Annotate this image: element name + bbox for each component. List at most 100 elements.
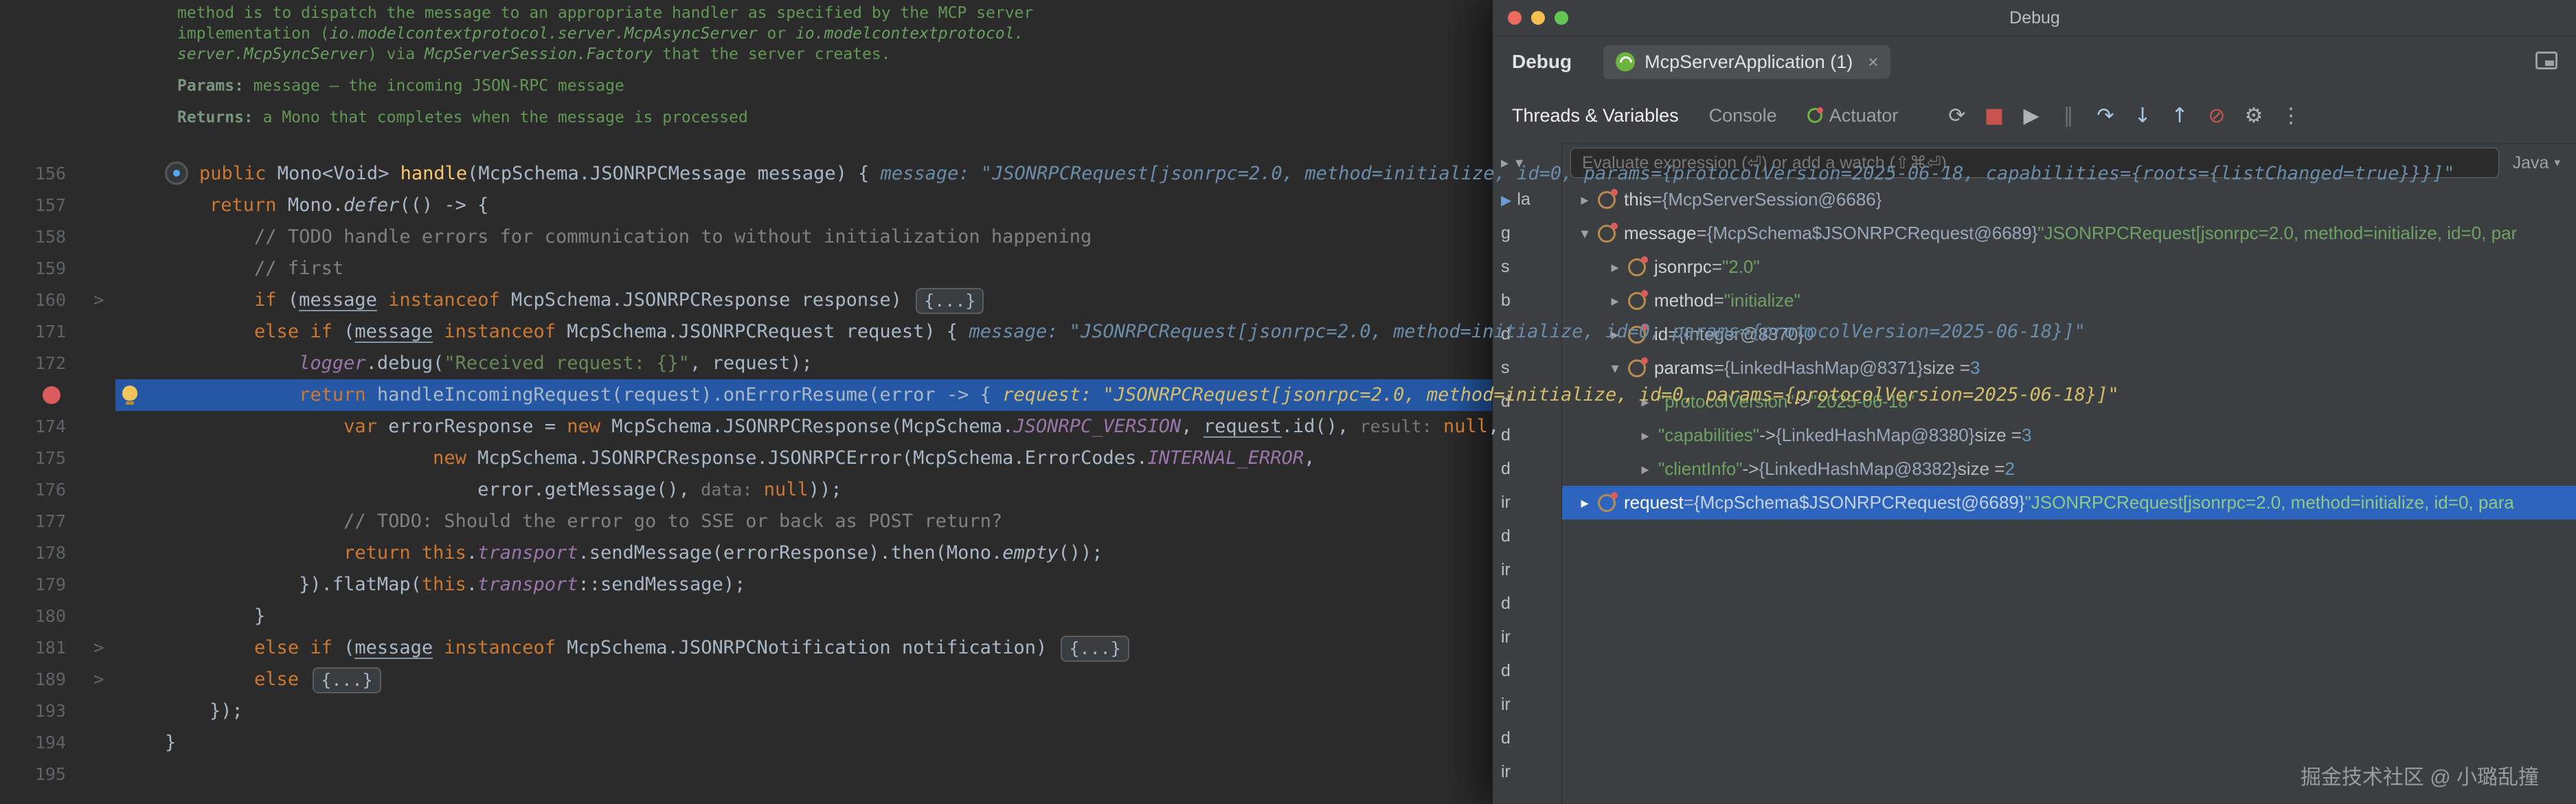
frame-label: ir — [1501, 762, 1511, 781]
code-text: // TODO: Should the error go to SSE or b… — [165, 506, 2576, 537]
watermark: 掘金技术社区 @ 小璐乱撞 — [2301, 760, 2539, 790]
code-text: else if (message instanceof McpSchema.JS… — [165, 632, 2576, 664]
code-text: // TODO handle errors for communication … — [165, 221, 2576, 253]
breakpoint-settings-icon[interactable]: ⚙ — [2243, 104, 2265, 128]
doc-comment-line: server.McpSyncServer) via McpServerSessi… — [177, 44, 1033, 65]
folded-code[interactable]: {...} — [916, 288, 984, 314]
code-text: public Mono<Void> handle(McpSchema.JSONR… — [165, 158, 2576, 190]
code-line-179: 179 }).flatMap(this.transport::sendMessa… — [0, 569, 2576, 601]
doc-comment-line: implementation (io.modelcontextprotocol.… — [177, 23, 1033, 44]
code-line-current: return handleIncomingRequest(request).on… — [0, 379, 2576, 411]
code-line-178: 178 return this.transport.sendMessage(er… — [0, 537, 2576, 569]
resume-icon[interactable]: ▶ — [2020, 104, 2042, 128]
pause-icon[interactable]: ∥ — [2057, 104, 2079, 128]
code-text: return handleIncomingRequest(request).on… — [165, 379, 2576, 411]
run-session-tab[interactable]: McpServerApplication (1) × — [1603, 45, 1890, 79]
code-line-171: 171 else if (message instanceof McpSchem… — [0, 316, 2576, 348]
mute-breakpoints-icon[interactable]: ⊘ — [2206, 104, 2228, 128]
method-doc-toggle-icon[interactable] — [165, 161, 188, 185]
line-number[interactable]: 156 — [0, 158, 66, 190]
run-session-tab-label: McpServerApplication (1) — [1645, 52, 1853, 73]
screen: method is to dispatch the message to an … — [0, 0, 2576, 804]
debugger-toolbar: ⟳ ■ ▶ ∥ ↷ ↓ ↑ ⊘ ⚙ ⋮ — [1946, 87, 2302, 144]
code-line-158: 158 // TODO handle errors for communicat… — [0, 221, 2576, 253]
tab-console[interactable]: Console — [1709, 105, 1777, 126]
step-out-icon[interactable]: ↑ — [2169, 104, 2191, 128]
line-number[interactable]: 180 — [0, 601, 66, 632]
code-line-194: 194} — [0, 727, 2576, 759]
code-text: } — [165, 601, 2576, 632]
line-number[interactable]: 189 — [0, 664, 66, 695]
doc-comment-line: Params: message – the incoming JSON-RPC … — [177, 76, 1033, 96]
close-session-icon[interactable]: × — [1868, 52, 1878, 73]
tab-threads-and-variables[interactable]: Threads & Variables — [1512, 105, 1679, 126]
code-line-193: 193 }); — [0, 695, 2576, 727]
line-number[interactable]: 194 — [0, 727, 66, 759]
code-line-172: 172 logger.debug("Received request: {}",… — [0, 348, 2576, 379]
doc-comment-line: method is to dispatch the message to an … — [177, 3, 1033, 23]
line-number[interactable]: 174 — [0, 411, 66, 443]
tab-label: Threads & Variables — [1512, 105, 1679, 126]
layout-settings-icon[interactable] — [2535, 52, 2557, 69]
line-number[interactable]: 193 — [0, 695, 66, 727]
debug-window-titlebar: Debug — [1493, 0, 2576, 36]
code-text: } — [165, 727, 2576, 759]
code-line-189: 189 > else {...} — [0, 664, 2576, 695]
spring-boot-icon — [1616, 52, 1635, 71]
code-text: // first — [165, 253, 2576, 284]
fold-arrow-icon[interactable]: > — [93, 284, 104, 316]
line-number[interactable]: 177 — [0, 506, 66, 537]
code-line-157: 157 return Mono.defer(() -> { — [0, 190, 2576, 221]
window-title: Debug — [1493, 0, 2576, 36]
code-line-180: 180 } — [0, 601, 2576, 632]
line-number[interactable]: 172 — [0, 348, 66, 379]
folded-code[interactable]: {...} — [1061, 636, 1129, 662]
code-line-159: 159 // first — [0, 253, 2576, 284]
code-line-177: 177 // TODO: Should the error go to SSE … — [0, 506, 2576, 537]
code-line-175: 175 new McpSchema.JSONRPCResponse.JSONRP… — [0, 443, 2576, 474]
step-into-icon[interactable]: ↓ — [2132, 104, 2154, 128]
code-text: var errorResponse = new McpSchema.JSONRP… — [165, 411, 2576, 443]
fold-arrow-icon[interactable]: > — [93, 664, 104, 695]
stop-icon[interactable]: ■ — [1983, 104, 2005, 128]
code-lines: 156 public Mono<Void> handle(McpSchema.JS… — [0, 158, 2576, 790]
code-line-181: 181 > else if (message instanceof McpSche… — [0, 632, 2576, 664]
code-text: else {...} — [165, 664, 2576, 695]
tab-label: Console — [1709, 105, 1777, 126]
more-icon[interactable]: ⋮ — [2280, 104, 2302, 128]
javadoc-rendered: method is to dispatch the message to an … — [177, 3, 1033, 128]
stack-frame-item[interactable]: ir — [1493, 755, 1561, 789]
intention-bulb-icon[interactable] — [122, 386, 137, 401]
actuator-icon — [1807, 108, 1822, 123]
line-number[interactable]: 179 — [0, 569, 66, 601]
fold-arrow-icon[interactable]: > — [93, 632, 104, 664]
line-number[interactable]: 157 — [0, 190, 66, 221]
code-line-160: 160 > if (message instanceof McpSchema.JS… — [0, 284, 2576, 316]
line-number[interactable]: 159 — [0, 253, 66, 284]
line-number[interactable]: 181 — [0, 632, 66, 664]
debug-header-row: Debug McpServerApplication (1) × — [1493, 36, 2576, 87]
rerun-icon[interactable]: ⟳ — [1946, 104, 1968, 128]
line-number[interactable]: 160 — [0, 284, 66, 316]
line-number[interactable]: 171 — [0, 316, 66, 348]
code-text: error.getMessage(), data: null)); — [165, 474, 2576, 506]
line-number[interactable]: 175 — [0, 443, 66, 474]
code-text: if (message instanceof McpSchema.JSONRPC… — [165, 284, 2576, 316]
code-line-176: 176 error.getMessage(), data: null)); — [0, 474, 2576, 506]
code-text: }); — [165, 695, 2576, 727]
tab-actuator[interactable]: Actuator — [1807, 105, 1899, 126]
breakpoint-icon[interactable] — [43, 386, 60, 404]
code-text: }).flatMap(this.transport::sendMessage); — [165, 569, 2576, 601]
debug-view-tabs-row: Threads & Variables Console Actuator ⟳ ■ ▶… — [1493, 87, 2576, 144]
code-text: else if (message instanceof McpSchema.JS… — [165, 316, 2576, 348]
folded-code[interactable]: {...} — [313, 667, 381, 693]
line-number[interactable]: 176 — [0, 474, 66, 506]
step-over-icon[interactable]: ↷ — [2094, 104, 2116, 128]
line-number[interactable]: 195 — [0, 759, 66, 790]
doc-comment-line: Returns: a Mono that completes when the … — [177, 107, 1033, 128]
line-number[interactable]: 158 — [0, 221, 66, 253]
code-line-174: 174 var errorResponse = new McpSchema.JS… — [0, 411, 2576, 443]
line-number[interactable]: 178 — [0, 537, 66, 569]
code-text: logger.debug("Received request: {}", req… — [165, 348, 2576, 379]
code-text: return this.transport.sendMessage(errorR… — [165, 537, 2576, 569]
